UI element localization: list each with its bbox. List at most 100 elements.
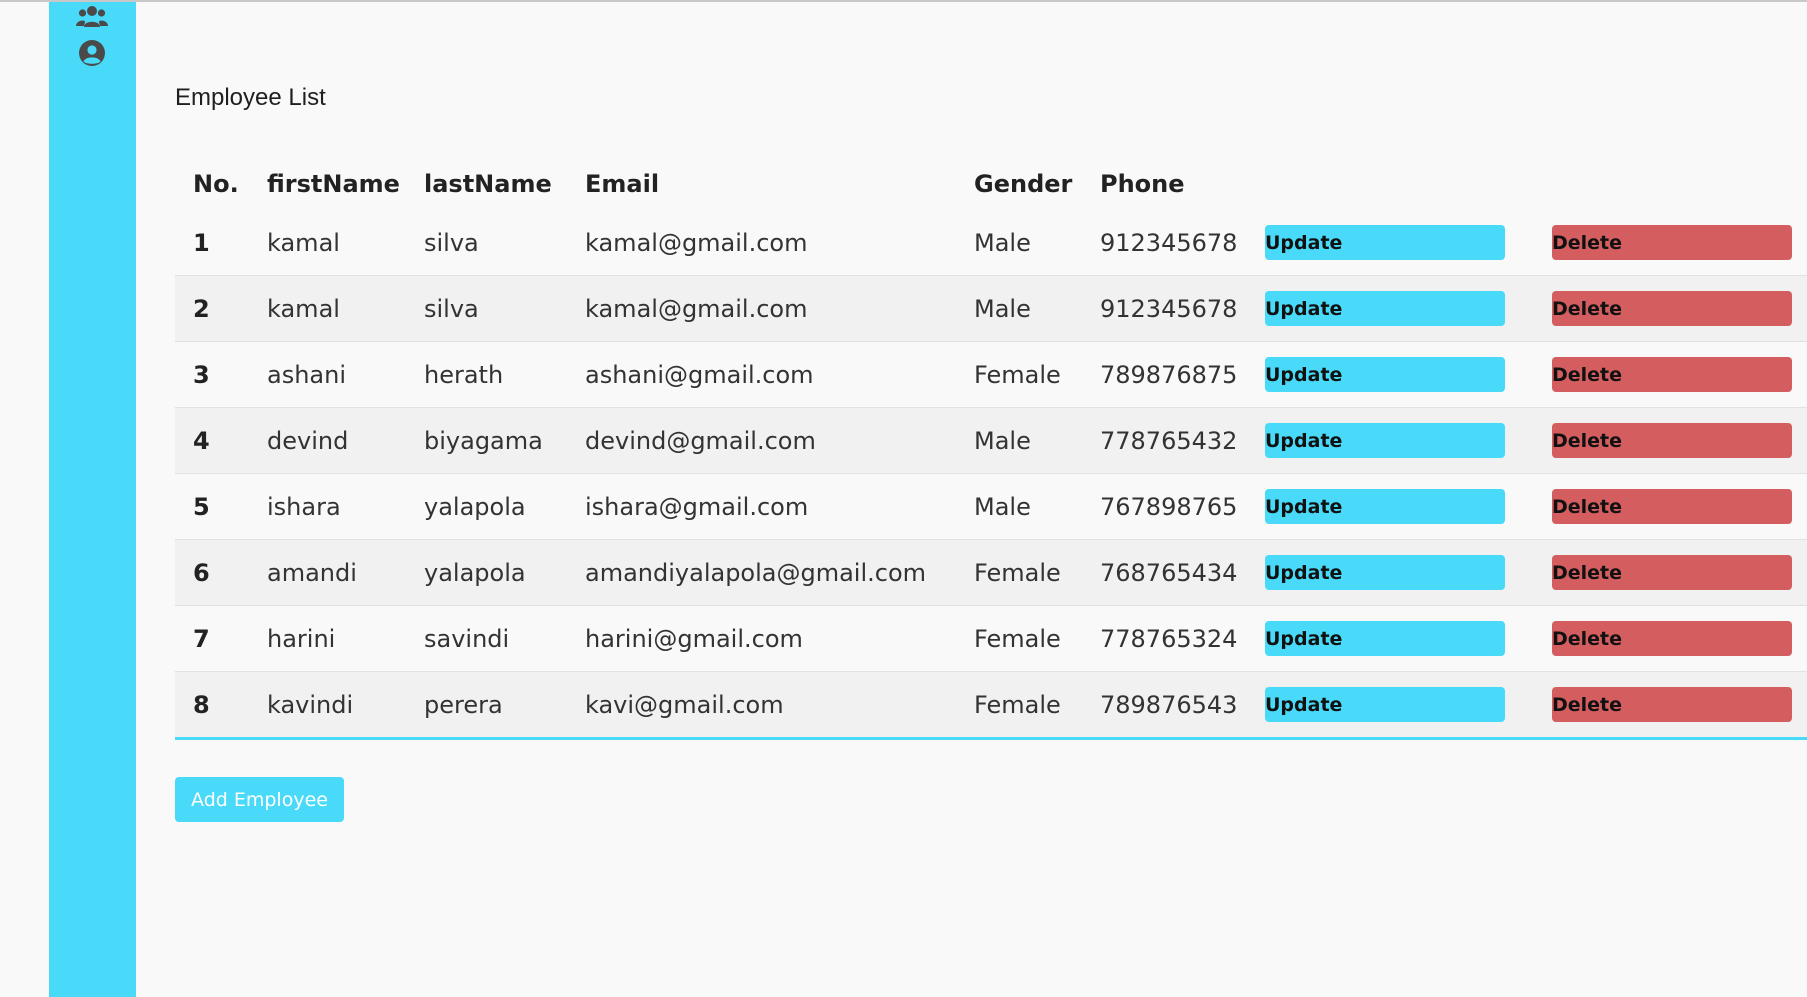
column-header-lastname: lastName (424, 170, 552, 198)
table-row: 5 ishara yalapola ishara@gmail.com Male … (175, 473, 1807, 540)
cell-firstname: kamal (249, 275, 406, 342)
cell-update: Update (1249, 275, 1536, 342)
cell-firstname: ishara (249, 473, 406, 540)
cell-phone: 778765432 (1082, 407, 1249, 474)
cell-gender: Female (956, 605, 1082, 672)
table-row: 8 kavindi perera kavi@gmail.com Female 7… (175, 671, 1807, 740)
cell-delete: Delete (1536, 275, 1807, 342)
employee-table-body: 1 kamal silva kamal@gmail.com Male 91234… (175, 210, 1807, 740)
cell-phone: 767898765 (1082, 473, 1249, 540)
cell-gender: Male (974, 228, 1031, 257)
employee-table: No. firstName lastName Email Gender Phon… (175, 158, 1807, 740)
column-header-gender: Gender (974, 170, 1073, 198)
users-icon[interactable] (76, 5, 108, 35)
cell-gender: Male (956, 407, 1082, 474)
user-circle-icon[interactable] (78, 39, 110, 69)
delete-button[interactable]: Delete (1552, 225, 1792, 260)
cell-email: kamal@gmail.com (567, 275, 956, 342)
cell-email: devind@gmail.com (567, 407, 956, 474)
table-row: 1 kamal silva kamal@gmail.com Male 91234… (175, 210, 1807, 276)
cell-gender: Female (956, 539, 1082, 606)
cell-lastname: biyagama (406, 407, 567, 474)
add-employee-button[interactable]: Add Employee (175, 777, 344, 822)
cell-lastname: silva (424, 228, 479, 257)
cell-lastname: perera (406, 671, 567, 740)
cell-no: 7 (175, 605, 249, 672)
update-button[interactable]: Update (1265, 357, 1505, 392)
cell-update: Update (1249, 341, 1536, 408)
cell-lastname: savindi (406, 605, 567, 672)
table-header-row: No. firstName lastName Email Gender Phon… (175, 158, 1807, 210)
cell-gender: Male (956, 473, 1082, 540)
cell-delete: Delete (1536, 341, 1807, 408)
cell-lastname: yalapola (406, 539, 567, 606)
cell-update: Update (1249, 473, 1536, 540)
cell-update: Update (1249, 407, 1536, 474)
cell-update: Update (1249, 539, 1536, 606)
table-row: 6 amandi yalapola amandiyalapola@gmail.c… (175, 539, 1807, 606)
delete-button[interactable]: Delete (1552, 555, 1792, 590)
table-row: 2 kamal silva kamal@gmail.com Male 91234… (175, 275, 1807, 342)
cell-lastname: yalapola (406, 473, 567, 540)
cell-delete: Delete (1536, 605, 1807, 672)
cell-no: 2 (175, 275, 249, 342)
cell-phone: 778765324 (1082, 605, 1249, 672)
cell-delete: Delete (1536, 671, 1807, 740)
cell-phone: 912345678 (1100, 228, 1238, 257)
update-button[interactable]: Update (1265, 621, 1505, 656)
cell-phone: 768765434 (1082, 539, 1249, 606)
cell-update: Update (1249, 671, 1536, 740)
cell-lastname: herath (406, 341, 567, 408)
update-button[interactable]: Update (1265, 225, 1505, 260)
cell-email: ishara@gmail.com (567, 473, 956, 540)
column-header-no: No. (193, 170, 239, 198)
cell-delete: Delete (1536, 210, 1807, 276)
cell-phone: 912345678 (1082, 275, 1249, 342)
cell-email: harini@gmail.com (567, 605, 956, 672)
delete-button[interactable]: Delete (1552, 621, 1792, 656)
update-button[interactable]: Update (1265, 423, 1505, 458)
cell-no: 4 (175, 407, 249, 474)
cell-firstname: ashani (249, 341, 406, 408)
cell-no: 1 (193, 228, 210, 257)
cell-email: amandiyalapola@gmail.com (567, 539, 956, 606)
cell-firstname: amandi (249, 539, 406, 606)
cell-phone: 789876875 (1082, 341, 1249, 408)
cell-no: 8 (175, 671, 249, 740)
top-border (0, 0, 1807, 2)
column-header-update (1249, 158, 1536, 210)
column-header-firstname: firstName (267, 170, 400, 198)
update-button[interactable]: Update (1265, 555, 1505, 590)
table-row: 7 harini savindi harini@gmail.com Female… (175, 605, 1807, 672)
delete-button[interactable]: Delete (1552, 423, 1792, 458)
sidebar (49, 2, 136, 997)
cell-email: kavi@gmail.com (567, 671, 956, 740)
cell-gender: Female (956, 671, 1082, 740)
cell-email: ashani@gmail.com (567, 341, 956, 408)
cell-email: kamal@gmail.com (585, 228, 808, 257)
cell-delete: Delete (1536, 473, 1807, 540)
cell-delete: Delete (1536, 539, 1807, 606)
delete-button[interactable]: Delete (1552, 489, 1792, 524)
cell-gender: Female (956, 341, 1082, 408)
delete-button[interactable]: Delete (1552, 357, 1792, 392)
update-button[interactable]: Update (1265, 687, 1505, 722)
cell-firstname: harini (249, 605, 406, 672)
cell-no: 3 (175, 341, 249, 408)
delete-button[interactable]: Delete (1552, 687, 1792, 722)
cell-firstname: devind (249, 407, 406, 474)
cell-firstname: kamal (267, 228, 340, 257)
column-header-delete (1536, 158, 1807, 210)
delete-button[interactable]: Delete (1552, 291, 1792, 326)
cell-no: 6 (175, 539, 249, 606)
cell-firstname: kavindi (249, 671, 406, 740)
page-title: Employee List (175, 84, 326, 111)
update-button[interactable]: Update (1265, 489, 1505, 524)
cell-update: Update (1249, 605, 1536, 672)
cell-phone: 789876543 (1082, 671, 1249, 740)
update-button[interactable]: Update (1265, 291, 1505, 326)
cell-gender: Male (956, 275, 1082, 342)
cell-update: Update (1249, 210, 1536, 276)
cell-lastname: silva (406, 275, 567, 342)
table-row: 3 ashani herath ashani@gmail.com Female … (175, 341, 1807, 408)
